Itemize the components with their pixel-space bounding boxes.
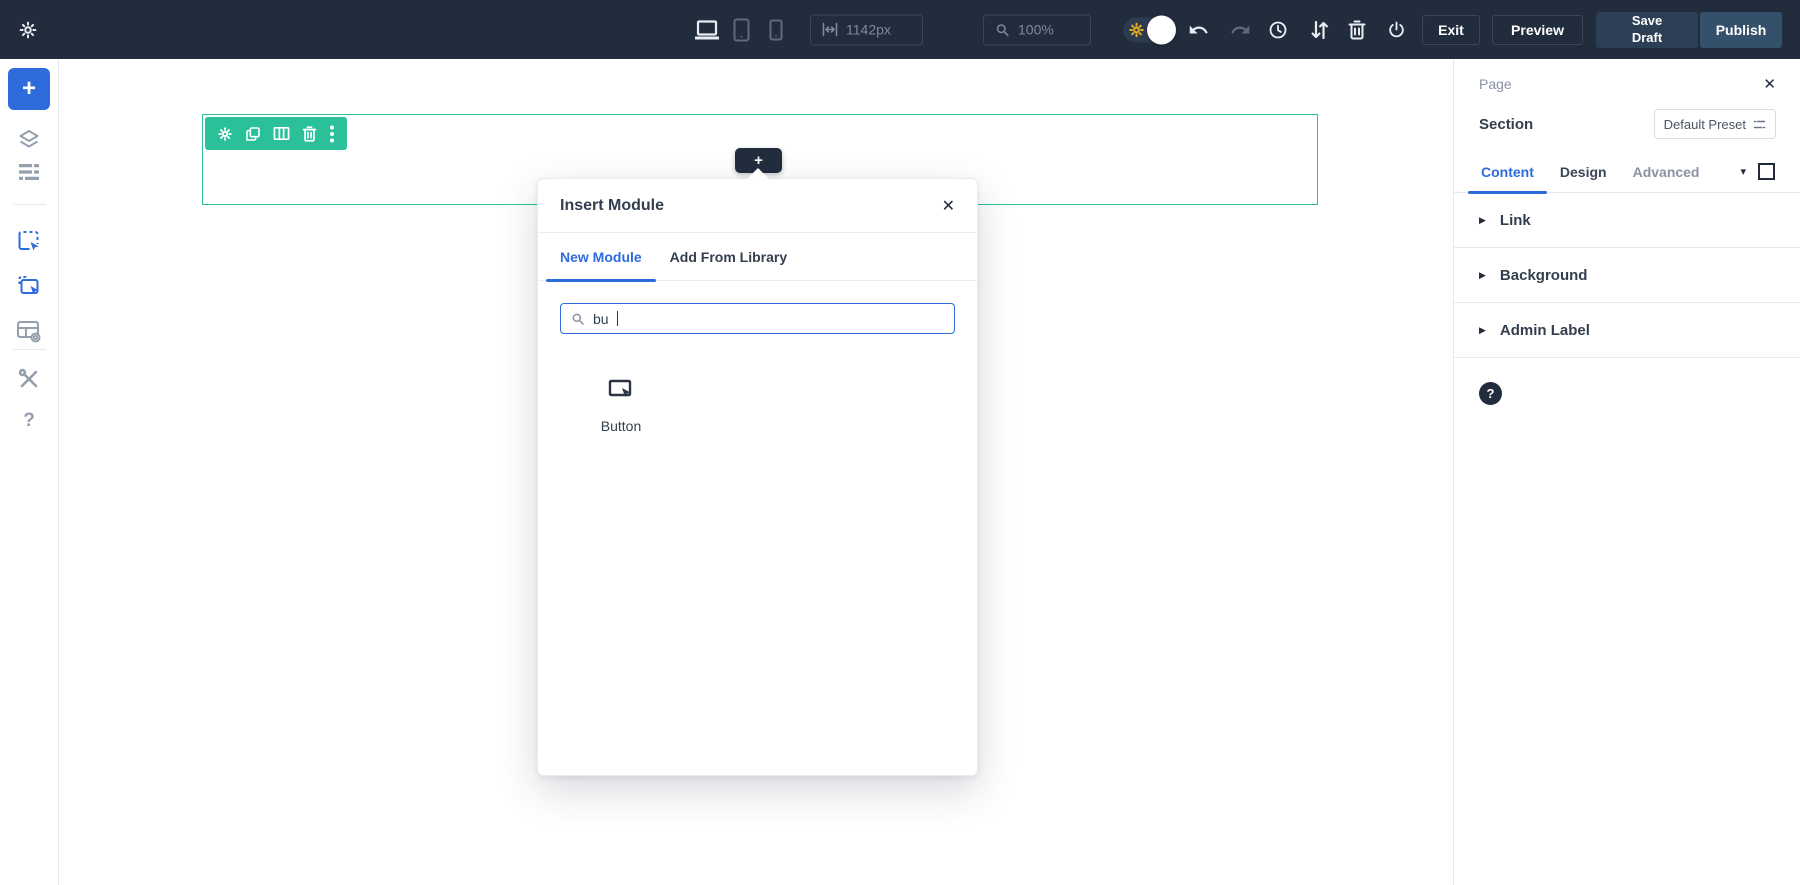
element-row: Section Default Preset: [1479, 109, 1776, 139]
section-menu-dots-icon[interactable]: [329, 125, 335, 143]
history-clock-icon[interactable]: [1268, 20, 1288, 40]
tab-design[interactable]: Design: [1547, 151, 1620, 192]
section-row-link[interactable]: ▶ Link: [1454, 193, 1800, 248]
canvas-zoom-input[interactable]: 100%: [983, 14, 1091, 45]
sidebar-divider: [13, 204, 46, 205]
sidebar-divider: [13, 349, 46, 350]
tablet-view-icon[interactable]: [733, 18, 750, 42]
undo-icon[interactable]: [1188, 19, 1209, 40]
section-row-admin-label[interactable]: ▶ Admin Label: [1454, 303, 1800, 358]
magnifier-icon: [571, 312, 585, 326]
section-row-background[interactable]: ▶ Background: [1454, 248, 1800, 303]
module-search-input[interactable]: bu: [560, 303, 955, 334]
panel-title: Page: [1479, 76, 1512, 92]
modal-search-wrap: bu: [538, 281, 977, 334]
modal-close-icon[interactable]: ✕: [942, 196, 955, 216]
click-select-alt-icon[interactable]: [16, 273, 43, 300]
panel-close-icon[interactable]: ✕: [1763, 75, 1776, 93]
caret-right-icon: ▶: [1479, 269, 1486, 280]
section-duplicate-icon[interactable]: [245, 126, 261, 142]
insert-module-modal: Insert Module ✕ New Module Add From Libr…: [537, 178, 978, 776]
power-icon[interactable]: [1387, 20, 1406, 40]
plus-icon: +: [21, 75, 36, 102]
desktop-view-icon[interactable]: [694, 19, 720, 40]
builder-mode-toggle[interactable]: [1123, 15, 1176, 44]
panel-help-icon[interactable]: ?: [1479, 382, 1502, 405]
page-settings-gear-icon[interactable]: [18, 20, 38, 40]
expand-square-icon[interactable]: [1758, 163, 1775, 180]
default-preset-button[interactable]: Default Preset: [1653, 109, 1776, 139]
preview-button[interactable]: Preview: [1492, 14, 1583, 45]
tools-icon[interactable]: [17, 367, 41, 391]
modal-title: Insert Module: [560, 196, 665, 214]
preset-icon: [1753, 119, 1766, 130]
caret-right-icon: ▶: [1479, 214, 1486, 225]
module-results: Button: [538, 378, 977, 434]
module-item-button[interactable]: Button: [576, 378, 666, 434]
section-toolbar: [205, 117, 347, 150]
sort-arrows-icon[interactable]: [1310, 20, 1329, 40]
publish-button[interactable]: Publish: [1700, 11, 1782, 48]
trash-icon[interactable]: [1348, 20, 1366, 40]
width-arrows-icon: [822, 22, 838, 37]
save-draft-button[interactable]: Save Draft: [1596, 11, 1698, 48]
builder-topbar: 1142px 100% Exit Preview Save Draft Publ…: [0, 0, 1800, 59]
section-settings-gear-icon[interactable]: [217, 126, 233, 142]
tab-add-from-library[interactable]: Add From Library: [656, 233, 801, 280]
canvas-width-input[interactable]: 1142px: [810, 14, 923, 45]
click-select-icon[interactable]: [16, 228, 43, 255]
panel-header: Page ✕: [1454, 59, 1800, 109]
section-columns-icon[interactable]: [273, 126, 290, 141]
page-settings-panel: Page ✕ Section Default Preset Content De…: [1453, 59, 1800, 885]
button-cursor-icon: [608, 378, 635, 404]
exit-button[interactable]: Exit: [1422, 14, 1480, 45]
redo-icon[interactable]: [1230, 19, 1251, 40]
canvas-width-value: 1142px: [846, 21, 891, 38]
text-cursor: [616, 311, 618, 326]
caret-right-icon: ▶: [1479, 324, 1486, 335]
magnifier-icon: [995, 22, 1010, 37]
tab-advanced[interactable]: Advanced: [1620, 151, 1713, 192]
panel-tabs: Content Design Advanced ▾: [1454, 151, 1800, 194]
add-section-button[interactable]: +: [8, 68, 50, 110]
modal-tabs: New Module Add From Library: [538, 233, 977, 282]
phone-view-icon[interactable]: [769, 19, 783, 41]
modal-header: Insert Module ✕: [538, 179, 977, 233]
toggle-knob: [1147, 15, 1176, 44]
tab-new-module[interactable]: New Module: [546, 233, 656, 282]
chevron-down-icon[interactable]: ▾: [1740, 165, 1746, 178]
module-item-label: Button: [600, 418, 642, 434]
canvas-zoom-value: 100%: [1018, 21, 1054, 38]
wireframe-list-icon[interactable]: [18, 163, 40, 181]
help-icon[interactable]: ?: [23, 410, 35, 432]
plus-icon: +: [754, 152, 763, 169]
modal-arrow-notch: [747, 168, 769, 179]
layers-icon[interactable]: [17, 127, 41, 151]
tab-content[interactable]: Content: [1468, 151, 1547, 194]
grid-settings-icon[interactable]: [16, 319, 42, 344]
builder-left-sidebar: + ?: [0, 59, 59, 885]
section-trash-icon[interactable]: [302, 125, 317, 142]
element-label: Section: [1479, 115, 1534, 133]
toggle-gear-icon: [1128, 21, 1145, 38]
search-value: bu: [593, 310, 609, 327]
